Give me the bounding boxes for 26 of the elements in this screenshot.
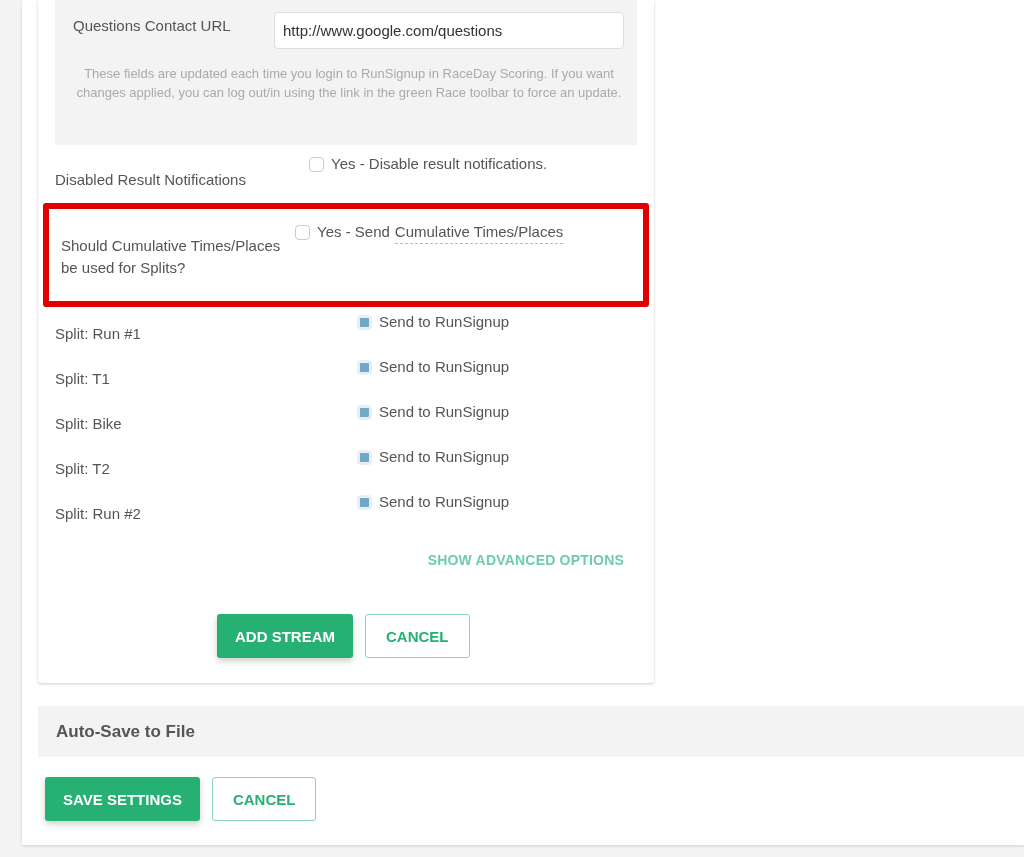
checkbox-label: Send to RunSignup <box>379 492 510 512</box>
setting-label: Split: T1 <box>55 369 111 389</box>
show-advanced-link[interactable]: SHOW ADVANCED OPTIONS <box>427 552 624 568</box>
setting-label: Split: Run #2 <box>55 504 142 524</box>
info-note: These fields are updated each time you login to RunSignup in RaceDay Scoring. If you want changes applied, you can log out/in using the link in the green Race toolbar to force an update. <box>75 65 623 102</box>
field-label: Questions Contact URL <box>73 16 232 34</box>
setting-label: Split: T2 <box>55 459 111 479</box>
section-title: Auto-Save to File <box>56 721 195 742</box>
checkbox-label: Send to RunSignup <box>379 447 510 467</box>
save-settings-button[interactable]: SAVE SETTINGS <box>45 777 200 821</box>
checkbox-label: Send to RunSignup <box>379 402 510 422</box>
cancel-button[interactable]: CANCEL <box>211 777 317 821</box>
setting-label: Should Cumulative Times/Places be used for Splits? <box>61 236 282 278</box>
checkbox-label: Yes - Disable result notifications. <box>331 154 548 174</box>
checkbox[interactable] <box>295 225 310 240</box>
checkbox-label: Send to RunSignup <box>379 357 510 377</box>
setting-label: Split: Bike <box>55 414 123 434</box>
cumulative-link[interactable]: Cumulative Times/Places <box>394 221 564 244</box>
cancel-button[interactable]: CANCEL <box>365 614 470 658</box>
setting-label: Disabled Result Notifications <box>55 170 247 190</box>
setting-label: Split: Run #1 <box>55 324 142 344</box>
url-input-field[interactable]: http://www.google.com/questions <box>274 12 624 49</box>
add-stream-button[interactable]: ADD STREAM <box>217 614 353 658</box>
checkbox-label: Yes - Send <box>317 222 390 242</box>
checkbox-label: Send to RunSignup <box>379 312 510 332</box>
checkbox[interactable] <box>309 157 324 172</box>
